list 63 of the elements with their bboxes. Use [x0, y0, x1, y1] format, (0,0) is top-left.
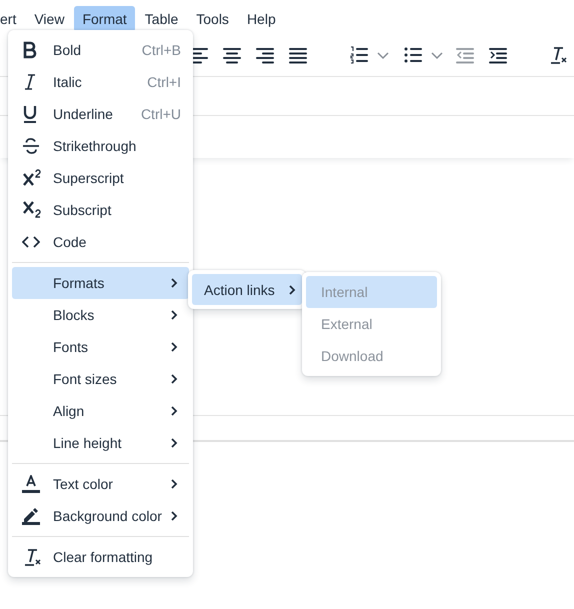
menu-item-label: Text color	[53, 476, 114, 492]
bold-icon	[22, 41, 38, 59]
clear-formatting-icon	[22, 547, 42, 567]
menu-item[interactable]: Clear formatting	[12, 541, 189, 573]
menu-item-label: Fonts	[53, 339, 90, 355]
keyboard-shortcut: Ctrl+I	[147, 74, 181, 90]
menu-item[interactable]: Strikethrough	[12, 130, 189, 162]
underline-icon	[22, 105, 38, 123]
menubar-item[interactable]: Help	[238, 6, 284, 32]
keyboard-shortcut: Ctrl+U	[140, 106, 181, 122]
menu-item-label: Action links	[204, 282, 275, 298]
menu-item-label: Clear formatting	[53, 549, 154, 565]
menu-item-label: Underline	[53, 106, 114, 122]
menu-item-label: Subscript	[53, 202, 112, 218]
align-right-icon	[255, 45, 276, 65]
menu-item[interactable]: Font sizes	[12, 363, 189, 395]
menubar-item[interactable]: Format	[74, 6, 135, 32]
subscript-icon	[22, 200, 42, 220]
menu-item[interactable]: Align	[12, 395, 189, 427]
justify-icon	[288, 45, 308, 65]
menu-item[interactable]: Background color	[12, 500, 189, 532]
strikethrough-icon	[22, 137, 40, 155]
menu-item-label: Bold	[53, 42, 82, 58]
menu-item-label: Blocks	[53, 307, 96, 323]
menu-item[interactable]: Subscript	[12, 194, 189, 226]
menu-item[interactable]: Code	[12, 226, 189, 258]
menu-item-label: Font sizes	[53, 371, 118, 387]
menu-item[interactable]: Italic Ctrl+I	[12, 66, 189, 98]
menu-item[interactable]: Underline Ctrl+U	[12, 98, 189, 130]
menu-item-label: Superscript	[53, 170, 125, 186]
outdent-icon	[454, 45, 475, 65]
superscript-icon	[22, 169, 42, 187]
menubar-item[interactable]: View	[26, 6, 72, 32]
menu-item[interactable]: Fonts	[12, 331, 189, 363]
menu-item-label: Align	[53, 403, 86, 419]
menubar-item[interactable]: Tools	[188, 6, 237, 32]
menu-item-label: Strikethrough	[53, 138, 138, 154]
menubar-item[interactable]: ert	[0, 6, 24, 32]
menu-item[interactable]: Action links	[192, 274, 302, 305]
menubar-item[interactable]: Table	[136, 6, 186, 32]
numbered-list-icon	[349, 45, 370, 65]
code-icon	[22, 235, 40, 249]
menu-item-label: Internal	[321, 284, 369, 300]
indent-icon	[488, 45, 508, 65]
menu-item[interactable]: Line height	[12, 427, 189, 459]
text-color-icon	[22, 475, 40, 493]
highlighter-icon	[22, 507, 40, 525]
menu-item[interactable]: Superscript	[12, 162, 189, 194]
menu-item-label: Formats	[53, 275, 106, 291]
menu-item-label: External	[321, 316, 374, 332]
menu-item[interactable]: Text color	[12, 468, 189, 500]
menu-item[interactable]: Formats	[12, 267, 189, 299]
keyboard-shortcut: Ctrl+B	[142, 42, 181, 58]
menu-item-label: Background color	[53, 508, 163, 524]
menu-item-label: Download	[321, 348, 384, 364]
menu-item-label: Code	[53, 234, 88, 250]
menu-item-label: Italic	[53, 74, 83, 90]
bullet-list-icon	[403, 45, 424, 65]
menu-item[interactable]: Bold Ctrl+B	[12, 34, 189, 66]
align-center-icon	[222, 45, 242, 65]
menu-item[interactable]: Blocks	[12, 299, 189, 331]
menu-item-label: Line height	[53, 435, 123, 451]
italic-icon	[22, 73, 38, 91]
